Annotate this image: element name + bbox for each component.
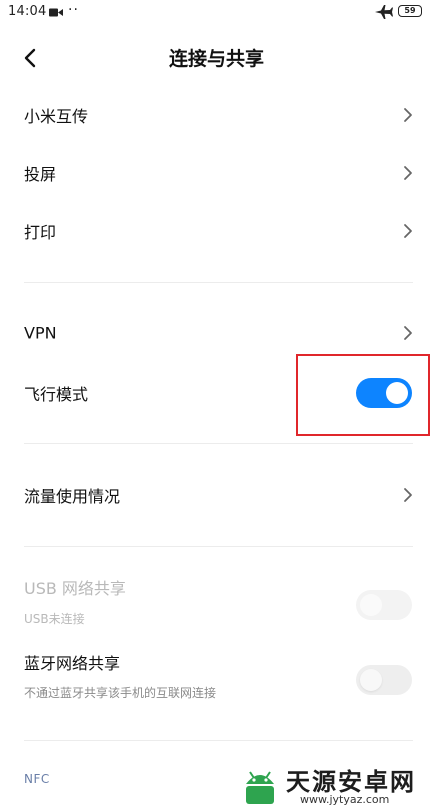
chevron-right-icon — [404, 166, 412, 180]
battery-icon: 59 — [398, 5, 422, 17]
menu-item-screencast[interactable]: 投屏 — [0, 144, 433, 202]
menu-item-label: 流量使用情况 — [24, 487, 121, 506]
bt-tethering-toggle[interactable] — [356, 665, 412, 695]
page-title: 连接与共享 — [168, 48, 264, 70]
menu-item-xiaomi-share[interactable]: 小米互传 — [0, 86, 433, 144]
toggle-knob — [360, 669, 382, 691]
chevron-right-icon — [404, 488, 412, 502]
highlight-annotation — [296, 354, 430, 436]
bt-tethering-label: 蓝牙网络共享 — [24, 654, 121, 673]
menu-item-label: 飞行模式 — [24, 385, 89, 404]
watermark-title: 天源安卓网 — [286, 768, 416, 796]
menu-item-data-usage[interactable]: 流量使用情况 — [0, 466, 433, 524]
airplane-icon — [375, 5, 393, 19]
usb-tethering-sublabel: USB未连接 — [24, 612, 85, 626]
menu-item-label: 打印 — [24, 223, 57, 242]
usb-tethering-toggle[interactable] — [356, 590, 412, 620]
menu-item-label: VPN — [24, 323, 57, 343]
section-header-nfc: NFC — [24, 772, 50, 786]
watermark: 天源安卓网 www.jytyaz.com — [238, 760, 433, 812]
chevron-right-icon — [404, 108, 412, 122]
menu-item-print[interactable]: 打印 — [0, 202, 433, 260]
bt-tethering-sublabel: 不通过蓝牙共享该手机的互联网连接 — [24, 686, 217, 700]
android-logo-icon — [246, 771, 274, 804]
menu-item-label: 小米互传 — [24, 107, 89, 126]
chevron-right-icon — [404, 326, 412, 340]
divider — [24, 546, 413, 547]
toggle-knob — [360, 594, 382, 616]
divider — [24, 740, 413, 741]
status-notification-dots: ·· — [68, 2, 79, 18]
chevron-right-icon — [404, 224, 412, 238]
video-camera-icon — [49, 8, 63, 17]
divider — [24, 443, 413, 444]
header: 连接与共享 — [0, 36, 433, 80]
status-bar: 14:04 ·· 59 — [0, 0, 433, 26]
watermark-url: www.jytyaz.com — [300, 793, 390, 806]
usb-tethering-label: USB 网络共享 — [24, 579, 126, 598]
status-time: 14:04 — [8, 4, 47, 19]
menu-item-label: 投屏 — [24, 165, 57, 184]
divider — [24, 282, 413, 283]
